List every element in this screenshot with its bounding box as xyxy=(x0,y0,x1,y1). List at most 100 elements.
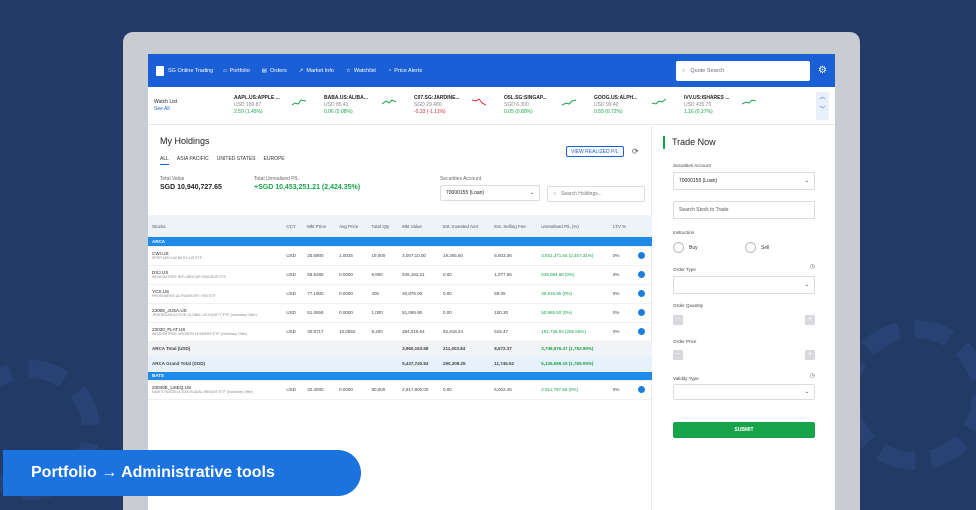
trade-account-select[interactable]: 70000155 (Loan) ⌄ xyxy=(673,172,815,190)
ticker-item[interactable]: O5L.SG:SINGAP... SGD 6.300 0.05 (0.80%) xyxy=(504,95,594,116)
upl-amount: +SGD 10,453,251.21 (2,424.35%) xyxy=(254,184,361,191)
col-ccy[interactable]: CCY xyxy=(282,215,303,237)
table-row[interactable]: CWI.US SPDR MSCI ACWI EX-US ETF USD 25.6900… xyxy=(148,246,652,266)
sell-radio[interactable]: Sell xyxy=(745,242,769,253)
search-holdings-input[interactable]: ○ Search Holdings... xyxy=(547,186,645,202)
action-dot-icon[interactable] xyxy=(638,270,646,278)
stock-search-input[interactable]: Search Stock to Trade xyxy=(673,201,815,219)
order-qty-label: Order Quantity xyxy=(673,303,704,308)
ticker-item[interactable]: AAPL.US:APPLE ... USD 189.87 2.59 (1.45%) xyxy=(234,95,324,116)
submit-button[interactable]: SUBMIT xyxy=(673,422,815,438)
row-action[interactable] xyxy=(634,322,652,342)
chevron-down-icon: ⌄ xyxy=(529,190,534,196)
table-cell: 284,019.64 xyxy=(398,322,439,342)
quantity-stepper[interactable]: − + xyxy=(673,315,815,329)
table-cell: 3,960,153.68 xyxy=(398,341,439,357)
tab-asia-pacific[interactable]: ASIA PACIFIC xyxy=(177,156,209,165)
ltv-value: 0% xyxy=(608,284,635,304)
table-row[interactable]: 23006_JUSA.US JPMORGAN ACTIVE GLOBAL US E… xyxy=(148,303,652,323)
col-unrealised-pl[interactable]: Unrealised P/L (%) xyxy=(537,215,609,237)
col-mkt-value[interactable]: Mkt Value xyxy=(398,215,439,237)
sparkline-icon xyxy=(292,99,306,106)
ticker-item[interactable]: C07.SG:JARDINE... SGD 29.480 -0.33 (-1.11%… xyxy=(414,95,504,116)
nav-market-info[interactable]: ↗ Market Info xyxy=(299,68,334,74)
col-selling-fee[interactable]: Est. Selling Fee xyxy=(490,215,537,237)
price-stepper[interactable]: − + xyxy=(673,350,815,364)
minus-icon[interactable]: − xyxy=(673,350,683,360)
table-cell: 90,000 xyxy=(367,380,399,400)
table-row[interactable]: YCS.US PROSHARES ULTRASHORT YEN ETF USD 77.… xyxy=(148,284,652,304)
action-dot-icon[interactable] xyxy=(638,385,646,393)
row-action[interactable] xyxy=(634,380,652,400)
table-cell: 211,003.84 xyxy=(438,341,491,357)
table-cell: 19,000 xyxy=(367,246,399,266)
ticker-scroll-arrows[interactable]: ︿ ﹀ xyxy=(816,91,829,120)
holdings-title: My Holdings xyxy=(160,136,210,146)
securities-account-select[interactable]: Securities Account 70000155 (Loan) ⌄ xyxy=(440,176,540,201)
table-cell xyxy=(608,341,635,357)
nav-portfolio[interactable]: ⌂ Portfolio xyxy=(223,68,250,74)
tab-united-states[interactable]: UNITED STATES xyxy=(217,156,256,165)
action-dot-icon[interactable] xyxy=(638,251,646,259)
col-mkt-price[interactable]: Mkt Price xyxy=(303,215,335,237)
tab-all[interactable]: ALL xyxy=(160,156,169,165)
action-dot-icon[interactable] xyxy=(638,289,646,297)
info-icon[interactable]: ◷ xyxy=(810,372,815,379)
action-dot-icon[interactable] xyxy=(638,327,646,335)
order-type-select[interactable]: ⌄ xyxy=(673,276,815,294)
table-row[interactable]: DXJ.US WISDOMTREE INTL MIDCAP DIVIDEND ET… xyxy=(148,265,652,285)
settings-gear-icon[interactable]: ⚙ xyxy=(818,65,827,76)
plus-icon[interactable]: + xyxy=(805,350,815,360)
table-cell: 77.1900 xyxy=(303,284,336,304)
ticker-item[interactable]: BABA.US:ALIBA... USD 85.41 0.06 (0.08%) xyxy=(324,95,414,116)
table-cell: 6,603.36 xyxy=(490,246,538,266)
nav-watchlist[interactable]: ☆ Watchlist xyxy=(346,68,376,74)
row-action[interactable] xyxy=(634,284,652,304)
validity-select[interactable]: ⌄ xyxy=(673,384,815,400)
table-cell: 5,437,740.84 xyxy=(398,356,439,372)
see-all-link[interactable]: See All xyxy=(154,106,234,113)
table-cell: 0.0000 xyxy=(335,265,368,285)
ticker-name: IVV.US:ISHARES ... xyxy=(684,95,730,101)
row-action[interactable] xyxy=(634,303,652,323)
total-value: Total Value SGD 10,940,727.65 xyxy=(160,176,222,191)
table-cell: USD xyxy=(282,322,304,342)
ticker-price: SGD 29.480 xyxy=(414,102,442,108)
table-row[interactable]: 23030_FLAT.US WISDOMTREE GROWTH LEADERS E… xyxy=(148,322,652,342)
row-action[interactable] xyxy=(634,265,652,285)
tab-europe[interactable]: EUROPE xyxy=(264,156,285,165)
watchlist-label[interactable]: Watch List See All xyxy=(154,99,234,113)
nav-label: Market Info xyxy=(306,67,334,74)
action-dot-icon[interactable] xyxy=(638,308,646,316)
table-cell: 51,065.90 xyxy=(398,303,439,323)
exchange-group-row: BATS xyxy=(148,371,652,381)
chevron-down-icon: ⌄ xyxy=(804,389,809,395)
unrealised-pl: 30,816.95 (0%) xyxy=(537,284,609,304)
minus-icon[interactable]: − xyxy=(673,315,683,325)
nav-price-alerts[interactable]: ◔ Price Alerts xyxy=(388,68,422,74)
col-avg-price[interactable]: Avg Price xyxy=(335,215,367,237)
chevron-up-icon[interactable]: ︿ xyxy=(816,92,829,104)
table-cell: 9,200 xyxy=(367,322,399,342)
info-icon[interactable]: ◷ xyxy=(810,263,815,270)
col-ltv[interactable]: LTV % xyxy=(609,215,634,237)
nav-orders[interactable]: ▤ Orders xyxy=(262,68,287,74)
table-cell: 55.6285 xyxy=(303,265,336,285)
row-action[interactable] xyxy=(634,246,652,266)
table-cell: 290,308.25 xyxy=(438,356,491,372)
view-realized-pl-button[interactable]: VIEW REALIZED P/L xyxy=(566,146,624,157)
order-price-label: Order Price xyxy=(673,339,697,344)
buy-radio[interactable]: Buy xyxy=(673,242,698,253)
brand-logo[interactable]: SG Online Trading xyxy=(156,65,213,76)
col-total-qty[interactable]: Total Qty xyxy=(367,215,398,237)
quote-search-input[interactable]: ○ Quote Search xyxy=(676,60,811,81)
table-row[interactable]: 23040E_USEQ.US NAVITI RUSSELL 1000 EQUAL … xyxy=(148,380,652,400)
refresh-icon[interactable]: ⟳ xyxy=(632,147,639,156)
ticker-item[interactable]: IVV.US:ISHARES ... USD 435.70 1.16 (0.27%) xyxy=(684,95,774,116)
chevron-down-icon[interactable]: ﹀ xyxy=(816,104,829,116)
ticker-item[interactable]: GOOG.US:ALPH... USD 99.40 0.55 (0.72%) xyxy=(594,95,684,116)
plus-icon[interactable]: + xyxy=(805,315,815,325)
table-cell: 0.00 xyxy=(438,265,491,285)
col-invested[interactable]: Est. Invested Amt xyxy=(439,215,490,237)
col-stocks[interactable]: Stocks xyxy=(148,215,282,237)
